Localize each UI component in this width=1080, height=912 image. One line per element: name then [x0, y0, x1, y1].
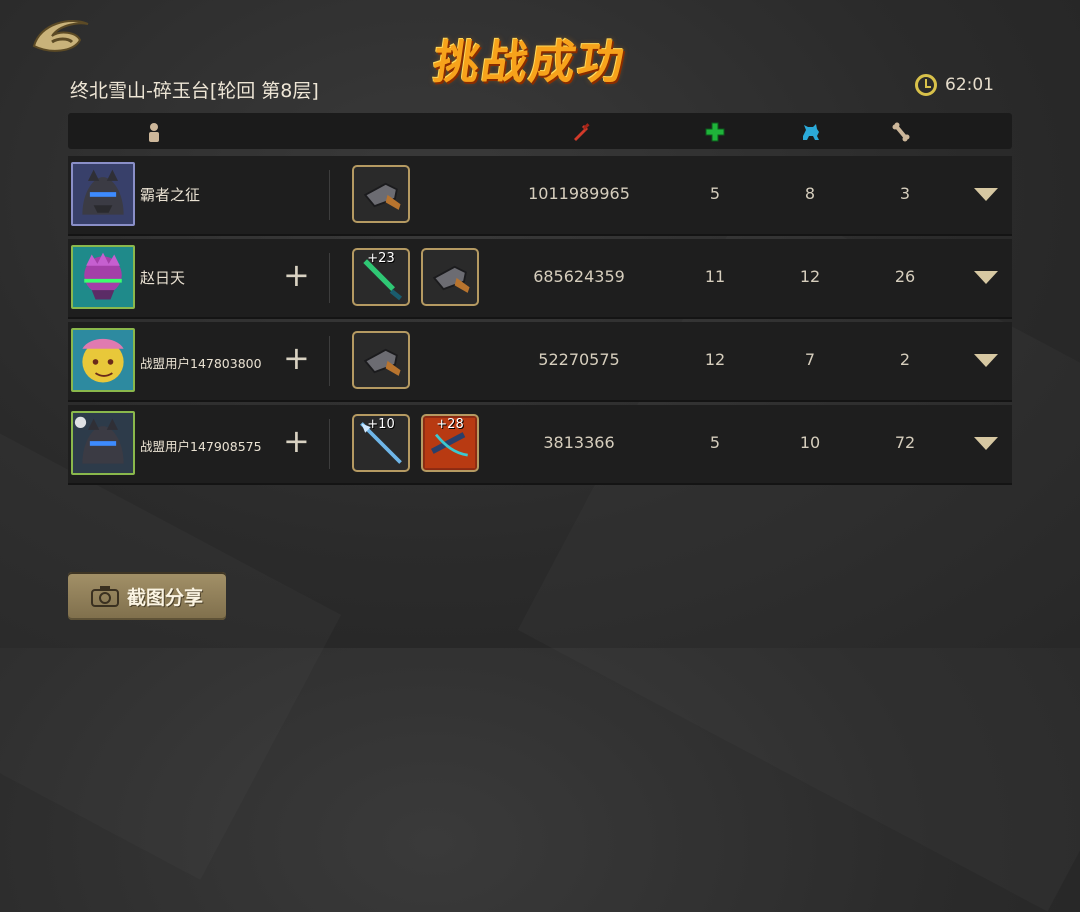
share-label: 截图分享 — [126, 586, 203, 609]
bone-value: 3 — [899, 184, 911, 203]
camera-icon — [90, 586, 119, 607]
add-friend-button[interactable]: + — [283, 425, 310, 457]
expand-arrow-icon[interactable] — [974, 437, 998, 450]
divider — [329, 419, 330, 469]
player-name: 霸者之征 — [140, 186, 201, 204]
weapon-slot[interactable]: +28 — [421, 414, 479, 472]
damage-icon — [571, 122, 591, 142]
heal-value: 5 — [709, 184, 721, 203]
clock-icon — [915, 74, 937, 96]
timer-value: 62:01 — [945, 75, 994, 95]
pet-value: 8 — [804, 184, 816, 203]
bone-value: 2 — [899, 350, 911, 369]
pet-value: 12 — [799, 267, 821, 286]
heal-value: 12 — [704, 350, 726, 369]
player-avatar[interactable] — [71, 162, 135, 226]
timer: 62:01 — [915, 74, 994, 96]
expand-arrow-icon[interactable] — [974, 354, 998, 367]
weapon-slot[interactable] — [352, 165, 410, 223]
pet-value: 7 — [804, 350, 816, 369]
divider — [329, 253, 330, 303]
heal-value: 5 — [709, 433, 721, 452]
add-friend-button[interactable]: + — [283, 259, 310, 291]
weapon-slot[interactable]: +23 — [352, 248, 410, 306]
expand-arrow-icon[interactable] — [974, 188, 998, 201]
weapon-level: +28 — [436, 417, 464, 432]
add-friend-button[interactable]: + — [283, 342, 310, 374]
player-avatar[interactable] — [71, 245, 135, 309]
pet-icon — [801, 122, 821, 142]
damage-value: 685624359 — [533, 267, 625, 286]
gauntlet-weapon-icon — [363, 348, 401, 376]
damage-value: 1011989965 — [528, 184, 630, 203]
damage-value: 3813366 — [543, 433, 615, 452]
weapon-level: +23 — [367, 251, 395, 266]
pet-value: 10 — [799, 433, 821, 452]
challenge-success-banner: 挑战成功 — [429, 35, 630, 89]
player-row[interactable]: 霸者之征 1011989965 5 8 3 — [68, 156, 1012, 236]
screenshot-share-button[interactable]: 截图分享 — [68, 572, 226, 620]
weapon-slot[interactable] — [352, 331, 410, 389]
expand-arrow-icon[interactable] — [974, 271, 998, 284]
heal-value: 11 — [704, 267, 726, 286]
player-name: 赵日天 — [140, 269, 186, 287]
player-avatar[interactable] — [71, 411, 135, 475]
weapon-level: +10 — [367, 417, 395, 432]
divider — [329, 336, 330, 386]
player-icon — [144, 122, 164, 142]
player-name: 战盟用户147908575 — [140, 439, 262, 454]
stage-title: 终北雪山-碎玉台[轮回 第8层] — [70, 80, 319, 102]
game-logo-icon — [32, 20, 89, 52]
heal-icon — [705, 122, 725, 142]
player-avatar[interactable] — [71, 328, 135, 392]
divider — [329, 170, 330, 220]
gauntlet-weapon-icon — [363, 182, 401, 210]
weapon-slot[interactable] — [421, 248, 479, 306]
bone-icon — [891, 122, 911, 142]
weapon-slot[interactable]: +10 — [352, 414, 410, 472]
damage-value: 52270575 — [538, 350, 620, 369]
player-row[interactable]: 赵日天 + +23 685624359 11 12 26 — [68, 239, 1012, 319]
table-header — [68, 113, 1012, 149]
player-name: 战盟用户147803800 — [140, 356, 262, 371]
bone-value: 72 — [894, 433, 916, 452]
gauntlet-weapon-icon — [432, 265, 470, 293]
player-row[interactable]: 战盟用户147908575 + +10 +28 3813366 5 10 72 — [68, 405, 1012, 485]
bone-value: 26 — [894, 267, 916, 286]
player-row[interactable]: 战盟用户147803800 + 52270575 12 7 2 — [68, 322, 1012, 402]
